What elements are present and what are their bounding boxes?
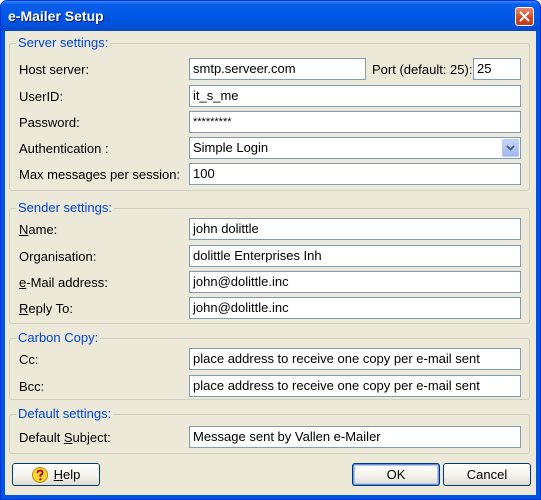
organisation-input[interactable]: dolittle Enterprises Inh — [189, 245, 521, 267]
chevron-down-icon — [506, 145, 515, 151]
port-label: Port (default: 25): — [372, 62, 473, 77]
reply-to-input[interactable]: john@dolittle.inc — [189, 297, 521, 319]
close-button[interactable] — [515, 7, 534, 26]
help-label-accel: H — [53, 467, 64, 482]
cc-input[interactable]: place address to receive one copy per e-… — [189, 348, 521, 370]
cc-label: Cc: — [19, 352, 39, 367]
sender-settings-legend: Sender settings: — [16, 200, 114, 215]
subject-label-pre: Default — [19, 430, 64, 445]
email-address-label: e-Mail address: — [19, 275, 108, 291]
userid-input[interactable]: it_s_me — [189, 85, 521, 107]
default-subject-label: Default Subject: — [19, 430, 111, 446]
max-messages-label: Max messages per session: — [19, 167, 181, 182]
password-label: Password: — [19, 115, 80, 130]
organisation-label: Organisation: — [19, 249, 97, 264]
userid-label: UserID: — [19, 89, 64, 104]
carbon-copy-legend: Carbon Copy: — [16, 330, 101, 345]
bcc-input[interactable]: place address to receive one copy per e-… — [189, 375, 521, 397]
reply-to-label: Reply To: — [19, 301, 73, 317]
cancel-button[interactable]: Cancel — [443, 463, 531, 486]
title-bar[interactable]: e-Mailer Setup — [1, 1, 540, 31]
subject-label-text: ubject: — [72, 430, 111, 445]
email-address-input[interactable]: john@dolittle.inc — [189, 271, 521, 293]
reply-label-accel: R — [19, 301, 29, 316]
bcc-label: Bcc: — [19, 379, 45, 394]
authentication-label: Authentication : — [19, 141, 109, 156]
help-label: Help — [54, 467, 81, 482]
host-server-label: Host server: — [19, 62, 90, 77]
name-label-accel: N — [19, 222, 29, 237]
default-subject-input[interactable]: Message sent by Vallen e-Mailer — [189, 426, 521, 448]
reply-label-text: eply To: — [28, 301, 73, 316]
help-label-text: elp — [63, 467, 81, 482]
port-input[interactable]: 25 — [473, 58, 521, 80]
dialog-body: Server settings: Host server: smtp.serve… — [5, 31, 536, 495]
server-settings-legend: Server settings: — [16, 35, 111, 50]
ok-button[interactable]: OK — [352, 463, 440, 486]
name-input[interactable]: john dolittle — [189, 218, 521, 240]
password-input[interactable]: ********* — [189, 111, 521, 133]
max-messages-input[interactable]: 100 — [189, 163, 521, 185]
email-label-text: -Mail address: — [26, 275, 108, 290]
authentication-value: Simple Login — [193, 140, 269, 155]
host-server-input[interactable]: smtp.serveer.com — [189, 58, 366, 80]
dropdown-button[interactable] — [502, 139, 519, 157]
help-button[interactable]: Help — [12, 463, 100, 486]
authentication-select[interactable]: Simple Login — [189, 137, 521, 159]
name-label-text: ame: — [28, 222, 58, 237]
window-title: e-Mailer Setup — [8, 8, 104, 24]
name-label: Name: — [19, 222, 57, 238]
close-icon — [519, 11, 530, 22]
help-icon — [32, 467, 48, 483]
default-settings-legend: Default settings: — [16, 406, 114, 421]
setup-dialog: e-Mailer Setup Server settings: Host ser… — [0, 0, 541, 500]
